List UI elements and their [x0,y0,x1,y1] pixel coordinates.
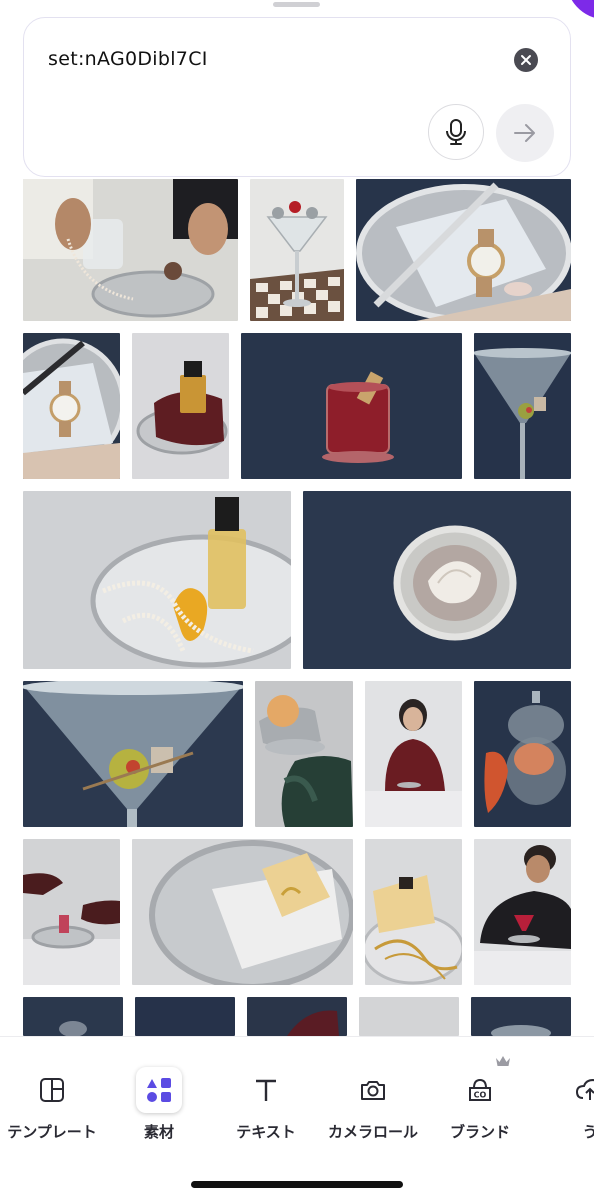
brand-icon: CO [469,1078,491,1101]
layout-icon [40,1078,64,1102]
close-icon [521,55,531,65]
photo-perfume-bottle-with-pearls-on-tray[interactable] [23,491,291,669]
photo-martini-glass-closeup[interactable] [23,681,243,827]
accent-corner [560,0,594,22]
camera-icon [361,1081,385,1100]
photo-watch-on-silver-tray-with-knife[interactable] [356,179,571,321]
tab-brand[interactable]: CO ブランド [440,1067,520,1147]
crown-icon [495,1052,511,1071]
photo-pastry-in-silver-cup-with-gloves[interactable] [255,681,353,827]
photo-partial-5[interactable] [471,997,571,1036]
tab-text[interactable]: テキスト [226,1067,306,1147]
clear-search-button[interactable] [514,48,538,72]
photo-martini-on-chessboard[interactable] [250,179,344,321]
text-icon [256,1079,276,1101]
photo-woman-in-burgundy-jacket[interactable] [365,681,462,827]
tab-elements[interactable]: 素材 [120,1067,198,1147]
tab-uploads-label: う [582,1123,594,1141]
photo-martini-with-olive[interactable] [474,333,571,479]
voice-search-button[interactable] [428,104,484,160]
photo-seashell-on-silver-tray[interactable] [303,491,571,669]
photo-partial-1[interactable] [23,997,123,1036]
photo-candy-jar-with-fruit[interactable] [474,681,571,827]
microphone-icon [446,119,466,145]
photo-watch-on-silver-tray[interactable] [23,333,120,479]
tab-camera-roll[interactable]: カメラロール [322,1067,424,1147]
photo-gloved-hands-with-tray[interactable] [23,839,120,985]
home-indicator [191,1181,403,1188]
photo-butter-with-gold-chains[interactable] [365,839,462,985]
sheet-drag-handle[interactable] [273,2,320,7]
tab-camera-roll-label: カメラロール [327,1123,418,1141]
photo-partial-4[interactable] [359,997,459,1036]
svg-text:CO: CO [474,1091,487,1100]
tab-uploads[interactable]: う [560,1067,594,1147]
photo-man-pouring-drink[interactable] [474,839,571,985]
tab-templates[interactable]: テンプレート [0,1067,104,1147]
photo-hands-with-pearls-and-glassware[interactable] [23,179,238,321]
tab-elements-label: 素材 [143,1123,174,1141]
tab-brand-label: ブランド [449,1123,510,1141]
submit-search-button[interactable] [496,104,554,162]
photo-partial-2[interactable] [135,997,235,1036]
photo-partial-3[interactable] [247,997,347,1036]
search-input[interactable]: set:nAG0Dibl7CI [48,48,208,70]
upload-icon [575,1078,594,1100]
arrow-right-icon [514,124,535,142]
tab-text-label: テキスト [236,1123,296,1141]
photo-red-drink-in-glass[interactable] [241,333,462,479]
elements-icon [147,1078,171,1102]
photo-perfume-on-leather-bag[interactable] [132,333,229,479]
photo-butter-on-silver-tray[interactable] [132,839,353,985]
search-box[interactable]: set:nAG0Dibl7CI [23,17,571,177]
tab-templates-label: テンプレート [7,1123,97,1141]
